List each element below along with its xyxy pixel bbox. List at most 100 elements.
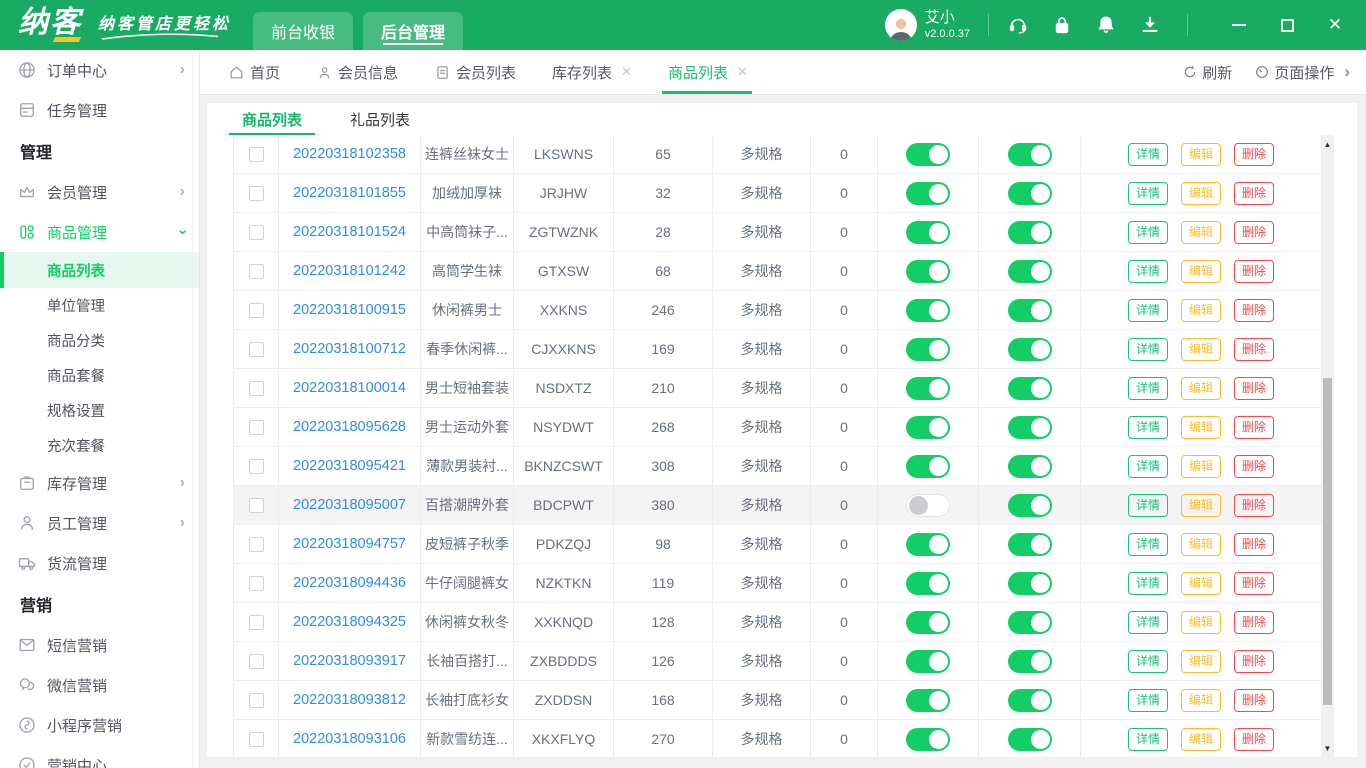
- sale-status-toggle[interactable]: [906, 260, 950, 283]
- card-tab-0[interactable]: 商品列表: [242, 103, 302, 135]
- shelf-status-toggle[interactable]: [1008, 650, 1052, 673]
- edit-button[interactable]: 编辑: [1181, 689, 1221, 712]
- bell-icon[interactable]: [1095, 14, 1117, 36]
- shelf-status-toggle[interactable]: [1008, 377, 1052, 400]
- edit-button[interactable]: 编辑: [1181, 377, 1221, 400]
- lock-icon[interactable]: [1051, 14, 1073, 36]
- row-checkbox[interactable]: [249, 186, 264, 201]
- edit-button[interactable]: 编辑: [1181, 338, 1221, 361]
- delete-button[interactable]: 删除: [1234, 611, 1274, 634]
- product-id-link[interactable]: 20220318095421: [293, 458, 406, 474]
- delete-button[interactable]: 删除: [1234, 728, 1274, 751]
- sale-status-toggle[interactable]: [906, 728, 950, 751]
- row-checkbox[interactable]: [249, 420, 264, 435]
- product-id-link[interactable]: 20220318094325: [293, 614, 406, 630]
- product-id-link[interactable]: 20220318101524: [293, 224, 406, 240]
- page-tab-1[interactable]: 会员信息: [316, 50, 398, 94]
- row-checkbox[interactable]: [249, 303, 264, 318]
- scrollbar-thumb[interactable]: [1323, 378, 1332, 705]
- sale-status-toggle[interactable]: [906, 416, 950, 439]
- product-id-link[interactable]: 20220318093917: [293, 653, 406, 669]
- sidebar-item-15[interactable]: 短信营销: [0, 625, 199, 665]
- product-id-link[interactable]: 20220318100712: [293, 341, 406, 357]
- sidebar-item-0[interactable]: 订单中心›: [0, 50, 199, 90]
- sidebar-item-17[interactable]: 小程序营销: [0, 705, 199, 745]
- edit-button[interactable]: 编辑: [1181, 455, 1221, 478]
- row-checkbox[interactable]: [249, 147, 264, 162]
- product-id-link[interactable]: 20220318093812: [293, 692, 406, 708]
- shelf-status-toggle[interactable]: [1008, 143, 1052, 166]
- page-tab-0[interactable]: 首页: [228, 50, 280, 94]
- detail-button[interactable]: 详情: [1128, 260, 1168, 283]
- detail-button[interactable]: 详情: [1128, 377, 1168, 400]
- delete-button[interactable]: 删除: [1234, 377, 1274, 400]
- detail-button[interactable]: 详情: [1128, 728, 1168, 751]
- download-icon[interactable]: [1139, 14, 1161, 36]
- row-checkbox[interactable]: [249, 615, 264, 630]
- sidebar-subitem-6[interactable]: 单位管理: [0, 288, 199, 323]
- row-checkbox[interactable]: [249, 654, 264, 669]
- delete-button[interactable]: 删除: [1234, 455, 1274, 478]
- close-button[interactable]: ✕: [1320, 10, 1350, 40]
- sale-status-toggle[interactable]: [906, 338, 950, 361]
- shelf-status-toggle[interactable]: [1008, 182, 1052, 205]
- maximize-button[interactable]: [1272, 10, 1302, 40]
- sale-status-toggle[interactable]: [906, 455, 950, 478]
- sidebar-item-18[interactable]: 营销中心: [0, 745, 199, 768]
- detail-button[interactable]: 详情: [1128, 143, 1168, 166]
- shelf-status-toggle[interactable]: [1008, 455, 1052, 478]
- delete-button[interactable]: 删除: [1234, 260, 1274, 283]
- shelf-status-toggle[interactable]: [1008, 260, 1052, 283]
- sidebar-subitem-8[interactable]: 商品套餐: [0, 358, 199, 393]
- detail-button[interactable]: 详情: [1128, 299, 1168, 322]
- edit-button[interactable]: 编辑: [1181, 299, 1221, 322]
- edit-button[interactable]: 编辑: [1181, 221, 1221, 244]
- delete-button[interactable]: 删除: [1234, 338, 1274, 361]
- delete-button[interactable]: 删除: [1234, 221, 1274, 244]
- shelf-status-toggle[interactable]: [1008, 689, 1052, 712]
- scroll-up-arrow[interactable]: ▲: [1321, 137, 1334, 151]
- sidebar-item-12[interactable]: 员工管理›: [0, 503, 199, 543]
- avatar[interactable]: [885, 9, 917, 41]
- user-box[interactable]: 艾小 v2.0.0.37: [885, 9, 970, 42]
- sidebar-item-16[interactable]: 微信营销: [0, 665, 199, 705]
- delete-button[interactable]: 删除: [1234, 299, 1274, 322]
- delete-button[interactable]: 删除: [1234, 533, 1274, 556]
- product-id-link[interactable]: 20220318094757: [293, 536, 406, 552]
- shelf-status-toggle[interactable]: [1008, 611, 1052, 634]
- row-checkbox[interactable]: [249, 693, 264, 708]
- refresh-button[interactable]: 刷新: [1182, 62, 1232, 83]
- delete-button[interactable]: 删除: [1234, 416, 1274, 439]
- detail-button[interactable]: 详情: [1128, 338, 1168, 361]
- sale-status-toggle[interactable]: [906, 650, 950, 673]
- sidebar-subitem-9[interactable]: 规格设置: [0, 393, 199, 428]
- row-checkbox[interactable]: [249, 537, 264, 552]
- sale-status-toggle[interactable]: [906, 143, 950, 166]
- card-tab-1[interactable]: 礼品列表: [350, 103, 410, 135]
- delete-button[interactable]: 删除: [1234, 650, 1274, 673]
- sale-status-toggle[interactable]: [906, 299, 950, 322]
- delete-button[interactable]: 删除: [1234, 572, 1274, 595]
- row-checkbox[interactable]: [249, 342, 264, 357]
- detail-button[interactable]: 详情: [1128, 182, 1168, 205]
- shelf-status-toggle[interactable]: [1008, 416, 1052, 439]
- detail-button[interactable]: 详情: [1128, 689, 1168, 712]
- delete-button[interactable]: 删除: [1234, 494, 1274, 517]
- product-id-link[interactable]: 20220318093106: [293, 731, 406, 747]
- detail-button[interactable]: 详情: [1128, 221, 1168, 244]
- sidebar-item-11[interactable]: 库存管理›: [0, 463, 199, 503]
- row-checkbox[interactable]: [249, 732, 264, 747]
- shelf-status-toggle[interactable]: [1008, 728, 1052, 751]
- service-icon[interactable]: [1007, 14, 1029, 36]
- page-tab-2[interactable]: 会员列表: [434, 50, 516, 94]
- page-operations-button[interactable]: 页面操作: [1254, 62, 1334, 83]
- sidebar-subitem-active[interactable]: 商品列表: [0, 252, 199, 288]
- edit-button[interactable]: 编辑: [1181, 650, 1221, 673]
- close-tab-icon[interactable]: ✕: [621, 64, 632, 80]
- sidebar-item-4[interactable]: 商品管理›: [0, 212, 199, 252]
- edit-button[interactable]: 编辑: [1181, 611, 1221, 634]
- sidebar-subitem-10[interactable]: 充次套餐: [0, 428, 199, 463]
- edit-button[interactable]: 编辑: [1181, 416, 1221, 439]
- sale-status-toggle[interactable]: [906, 689, 950, 712]
- edit-button[interactable]: 编辑: [1181, 533, 1221, 556]
